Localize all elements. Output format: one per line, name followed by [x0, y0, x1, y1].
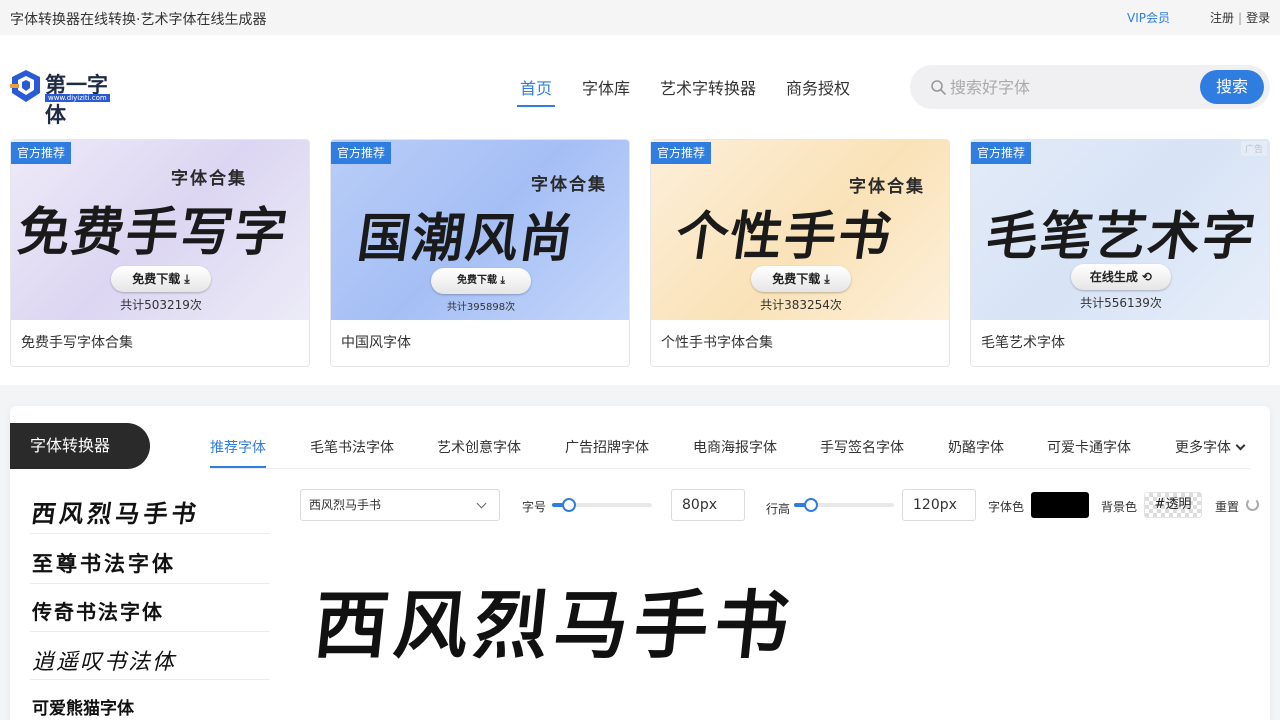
top-bar: 字体转换器在线转换·艺术字体在线生成器 VIP会员 注册 | 登录 — [0, 0, 1280, 35]
font-list-item[interactable]: 可爱熊猫字体 — [30, 680, 270, 720]
line-height-slider[interactable] — [794, 498, 894, 512]
converter-controls: 西风烈马手书 字号 80px 行高 120px 字体色 背景色 #透明 重置 — [300, 489, 1260, 521]
download-count: 共计395898次 — [446, 302, 516, 313]
nav-font-library[interactable]: 字体库 — [582, 75, 630, 99]
nav-business-license[interactable]: 商务授权 — [786, 75, 850, 99]
bg-color-label: 背景色 — [1101, 500, 1138, 514]
featured-collections: 官方推荐 字体合集 免费手写字 免费下载 ⤓ 共计503219次 免费手写字体合… — [0, 135, 1280, 385]
download-button[interactable]: 免费下载 ⤓ — [111, 266, 211, 292]
collection-card-personal-handwriting[interactable]: 官方推荐 字体合集 个性手书 免费下载 ⤓ 共计383254次 个性手书字体合集 — [650, 139, 950, 367]
collection-card-chinese-style[interactable]: 官方推荐 字体合集 国潮风尚 免费下载 ⤓ 共计395898次 中国风字体 — [330, 139, 630, 367]
generate-online-button[interactable]: 在线生成 ⟲ — [1071, 264, 1171, 290]
tab-brush-calligraphy[interactable]: 毛笔书法字体 — [310, 437, 394, 457]
logo-mark-icon — [10, 70, 40, 102]
card-headline: 免费手写字 — [14, 202, 293, 263]
card-caption: 中国风字体 — [341, 335, 411, 351]
font-select-value: 西风烈马手书 — [309, 498, 382, 512]
font-color-swatch[interactable] — [1031, 492, 1089, 518]
nav-active-underline — [517, 105, 555, 107]
font-name: 传奇书法字体 — [32, 600, 164, 624]
font-converter-panel: 字体转换器 推荐字体 毛笔书法字体 艺术创意字体 广告招牌字体 电商海报字体 手… — [10, 406, 1270, 720]
card-subtitle: 字体合集 — [531, 175, 607, 195]
chevron-down-icon — [476, 498, 487, 509]
size-slider[interactable] — [552, 498, 652, 512]
download-count: 共计503219次 — [120, 298, 202, 312]
size-slider-knob[interactable] — [562, 498, 576, 512]
font-select[interactable]: 西风烈马手书 — [300, 489, 500, 521]
recommend-badge: 官方推荐 — [971, 142, 1032, 164]
register-link[interactable]: 注册 — [1210, 11, 1234, 25]
card-subtitle: 字体合集 — [171, 169, 247, 189]
tab-more-fonts[interactable]: 更多字体 — [1175, 437, 1246, 457]
nav-home[interactable]: 首页 — [520, 75, 552, 99]
card-headline: 个性手书 — [672, 206, 897, 267]
card-caption: 毛笔艺术字体 — [981, 335, 1065, 351]
font-name: 至尊书法字体 — [32, 551, 176, 576]
recommend-badge: 官方推荐 — [11, 142, 72, 164]
tab-art-creative[interactable]: 艺术创意字体 — [437, 437, 521, 457]
card-caption: 个性手书字体合集 — [661, 335, 773, 351]
recommend-badge: 官方推荐 — [331, 142, 392, 164]
chevron-down-icon — [1235, 440, 1246, 451]
tab-handwritten-signature[interactable]: 手写签名字体 — [820, 437, 904, 457]
font-name: 西风烈马手书 — [29, 499, 202, 528]
size-input[interactable]: 80px — [671, 489, 745, 521]
download-count: 共计383254次 — [760, 298, 842, 312]
logo-url: www.diyiziti.com — [45, 94, 110, 102]
font-name: 可爱熊猫字体 — [32, 699, 134, 719]
refresh-icon[interactable] — [1246, 498, 1259, 511]
tab-ad-signboard[interactable]: 广告招牌字体 — [565, 437, 649, 457]
line-height-input[interactable]: 120px — [902, 489, 976, 521]
login-link[interactable]: 登录 — [1246, 11, 1270, 25]
font-list-item[interactable]: 西风烈马手书 — [30, 486, 270, 534]
recommend-badge: 官方推荐 — [651, 142, 712, 164]
download-button[interactable]: 免费下载 ⤓ — [751, 266, 851, 292]
font-list-item[interactable]: 传奇书法字体 — [30, 584, 270, 632]
tab-cute-cartoon[interactable]: 可爱卡通字体 — [1047, 437, 1131, 457]
tab-cheese-font[interactable]: 奶酪字体 — [948, 437, 1004, 457]
search-input[interactable] — [950, 73, 1190, 101]
card-headline: 国潮风尚 — [354, 208, 579, 269]
font-list-item[interactable]: 逍遥叹书法体 — [30, 632, 270, 680]
size-label: 字号 — [522, 500, 547, 514]
collection-card-brush-art[interactable]: 官方推荐 广告 毛笔艺术字 在线生成 ⟲ 共计556139次 毛笔艺术字体 — [970, 139, 1270, 367]
card-headline: 毛笔艺术字 — [982, 206, 1261, 267]
ad-badge: 广告 — [1240, 141, 1267, 156]
font-name: 逍遥叹书法体 — [32, 650, 177, 675]
font-category-tabs: 推荐字体 毛笔书法字体 艺术创意字体 广告招牌字体 电商海报字体 手写签名字体 … — [210, 423, 1250, 469]
auth-separator: | — [1238, 11, 1243, 25]
site-title: 字体转换器在线转换·艺术字体在线生成器 — [10, 12, 267, 28]
download-count: 共计556139次 — [1080, 296, 1162, 310]
font-preview-text: 西风烈马手书 — [309, 583, 799, 669]
header: 第一字体 www.diyiziti.com 首页 字体库 艺术字转换器 商务授权… — [0, 35, 1280, 135]
search-button[interactable]: 搜索 — [1200, 70, 1264, 104]
bg-color-swatch[interactable]: #透明 — [1144, 492, 1202, 518]
line-height-label: 行高 — [766, 502, 791, 516]
tab-active-underline — [210, 466, 266, 468]
card-caption: 免费手写字体合集 — [21, 335, 133, 351]
search-bar: 搜索 — [910, 65, 1270, 109]
collection-card-free-handwriting[interactable]: 官方推荐 字体合集 免费手写字 免费下载 ⤓ 共计503219次 免费手写字体合… — [10, 139, 310, 367]
font-list-item[interactable]: 至尊书法字体 — [30, 536, 270, 584]
auth-links: 注册 | 登录 — [1210, 9, 1270, 26]
converter-title: 字体转换器 — [10, 423, 150, 469]
nav-art-converter[interactable]: 艺术字转换器 — [660, 75, 756, 99]
vip-link[interactable]: VIP会员 — [1127, 9, 1170, 26]
tab-more-label: 更多字体 — [1175, 440, 1231, 456]
reset-button[interactable]: 重置 — [1215, 498, 1239, 515]
search-icon — [931, 80, 946, 95]
tab-recommended[interactable]: 推荐字体 — [210, 437, 266, 457]
tab-ecommerce-poster[interactable]: 电商海报字体 — [693, 437, 777, 457]
font-color-label: 字体色 — [988, 500, 1025, 514]
line-height-slider-knob[interactable] — [804, 498, 818, 512]
site-logo[interactable]: 第一字体 www.diyiziti.com — [10, 67, 122, 127]
download-button[interactable]: 免费下载 ⤓ — [431, 268, 531, 294]
